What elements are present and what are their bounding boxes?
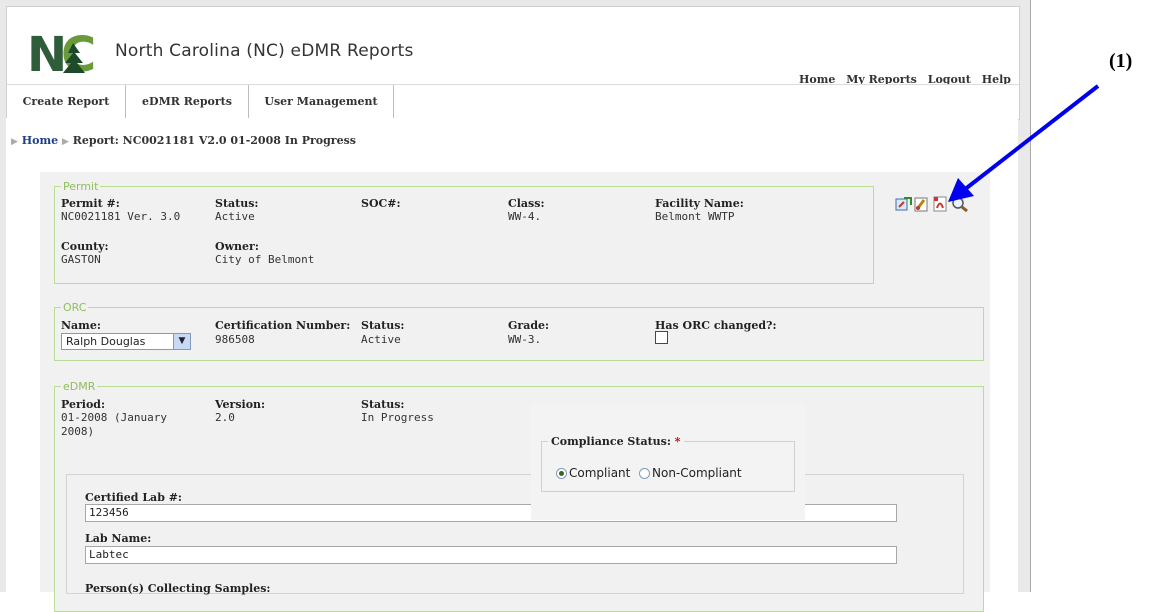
breadcrumb-arrow-icon: ▶ [61, 137, 69, 147]
lab-name-input[interactable]: Labtec [85, 546, 897, 564]
version-value: 2.0 [215, 411, 235, 424]
radio-compliant-label[interactable]: Compliant [569, 466, 630, 480]
tab-edmr-reports[interactable]: eDMR Reports [126, 85, 249, 119]
orc-name-label: Name: [61, 319, 101, 332]
browser-frame: N C North Carolina (NC) eDMR Reports Hom… [0, 0, 1031, 612]
main-content: ▶ Home ▶ Report: NC0021181 V2.0 01-2008 … [6, 118, 1018, 612]
breadcrumb-home[interactable]: Home [22, 134, 58, 147]
edmr-status-value: In Progress [361, 411, 434, 424]
period-label: Period: [61, 398, 106, 411]
export-icon[interactable] [895, 196, 913, 212]
radio-compliant[interactable] [556, 468, 567, 479]
county-label: County: [61, 240, 109, 253]
tab-user-management[interactable]: User Management [249, 85, 394, 119]
certification-number-value: 986508 [215, 333, 255, 346]
soc-label: SOC#: [361, 197, 401, 210]
report-panel: Permit Permit #: NC0021181 Ver. 3.0 Stat… [40, 172, 990, 612]
grade-value: WW-3. [508, 333, 542, 346]
required-marker: * [674, 435, 681, 448]
permit-number-value: NC0021181 Ver. 3.0 [61, 210, 181, 223]
class-label: Class: [508, 197, 545, 210]
version-label: Version: [215, 398, 266, 411]
period-value-line2: 2008) [61, 425, 95, 438]
edmr-status-label: Status: [361, 398, 405, 411]
period-value-line1: 01-2008 (January [61, 411, 167, 424]
orc-changed-checkbox[interactable] [655, 331, 668, 344]
permit-status-label: Status: [215, 197, 259, 210]
facility-name-label: Facility Name: [655, 197, 744, 210]
breadcrumb: ▶ Home ▶ Report: NC0021181 V2.0 01-2008 … [11, 134, 356, 147]
callout-label: (1) [1109, 50, 1133, 72]
orc-legend: ORC [63, 301, 87, 314]
edit-icon[interactable] [913, 196, 931, 212]
breadcrumb-arrow-icon: ▶ [11, 137, 18, 147]
app-header: N C North Carolina (NC) eDMR Reports Hom… [6, 6, 1020, 86]
permit-legend: Permit [63, 180, 99, 193]
permit-number-label: Permit #: [61, 197, 120, 210]
orc-changed-label: Has ORC changed?: [655, 319, 777, 332]
grade-label: Grade: [508, 319, 550, 332]
lab-name-label: Lab Name: [85, 532, 152, 545]
orc-name-selected: Ralph Douglas [66, 335, 146, 348]
orc-status-label: Status: [361, 319, 405, 332]
orc-status-value: Active [361, 333, 401, 346]
collectors-label: Person(s) Collecting Samples: [85, 582, 271, 595]
tab-create-report[interactable]: Create Report [7, 85, 126, 119]
permit-section: Permit [54, 180, 874, 284]
permit-status-value: Active [215, 210, 255, 223]
app-title: North Carolina (NC) eDMR Reports [115, 41, 414, 61]
chevron-down-icon[interactable]: ▼ [173, 334, 190, 349]
radio-non-compliant-label[interactable]: Non-Compliant [652, 466, 742, 480]
edmr-legend: eDMR [63, 380, 96, 393]
callout-arrow-icon [948, 84, 1100, 202]
radio-non-compliant[interactable] [639, 468, 650, 479]
breadcrumb-current: Report: NC0021181 V2.0 01-2008 In Progre… [72, 134, 356, 147]
certification-number-label: Certification Number: [215, 319, 351, 332]
class-value: WW-4. [508, 210, 542, 223]
orc-name-select[interactable]: Ralph Douglas ▼ [61, 333, 191, 350]
compliance-status-zoom: Compliance Status: * Compliant Non-Compl… [531, 405, 805, 520]
nc-logo: N C [25, 23, 105, 81]
facility-name-value: Belmont WWTP [655, 210, 735, 223]
owner-value: City of Belmont [215, 253, 315, 266]
main-nav: Create Report eDMR Reports User Manageme… [6, 84, 1020, 120]
county-value: GASTON [61, 253, 101, 266]
lab-info-box [66, 474, 964, 594]
certified-lab-label: Certified Lab #: [85, 491, 182, 504]
compliance-status-group: Compliance Status: * [541, 435, 795, 492]
owner-label: Owner: [215, 240, 259, 253]
compliance-status-legend: Compliance Status: * [551, 435, 681, 448]
